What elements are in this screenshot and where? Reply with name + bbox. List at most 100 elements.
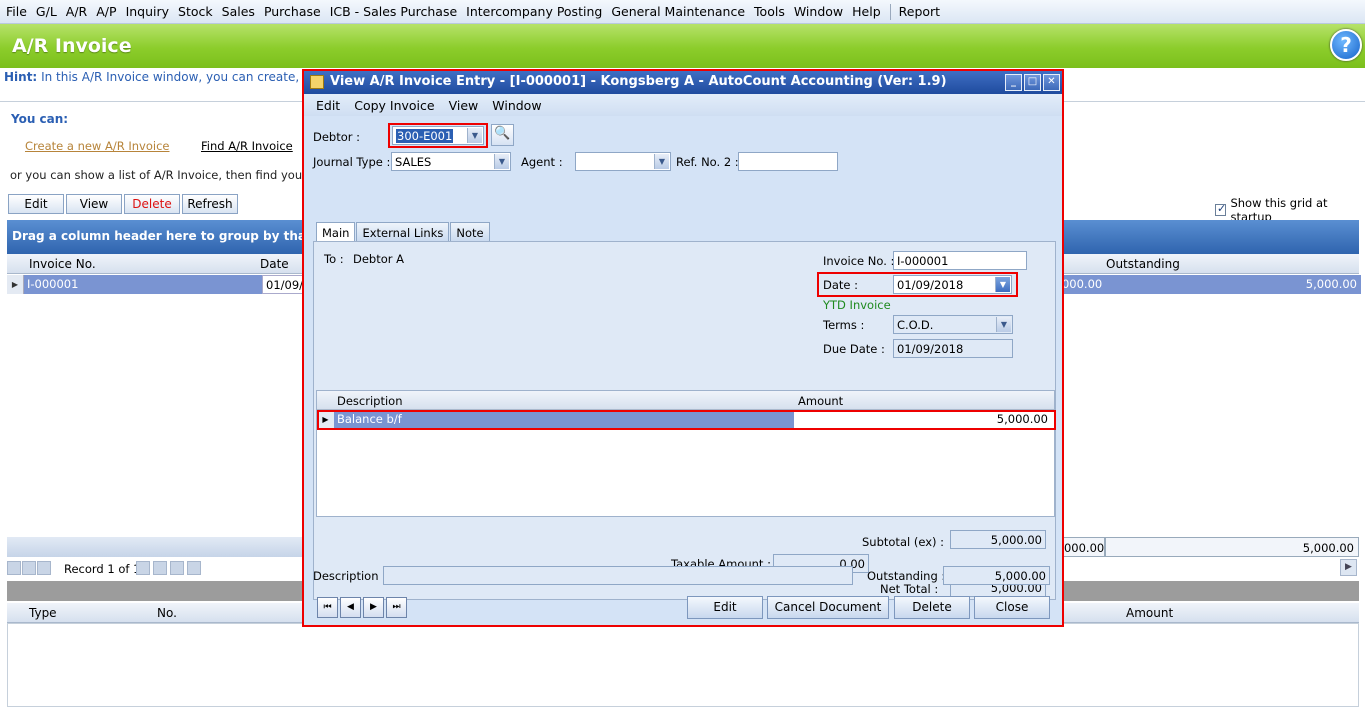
scroll-right-icon[interactable]: ▶ <box>1340 559 1357 576</box>
create-invoice-link[interactable]: Create a new A/R Invoice <box>25 139 170 153</box>
item-grid: Description Amount ▶ Balance b/f 5,000.0… <box>316 390 1056 517</box>
nav-next-page-icon[interactable] <box>153 561 167 575</box>
menu-inquiry[interactable]: Inquiry <box>126 4 169 19</box>
close-button[interactable]: Close <box>974 596 1050 619</box>
dialog-edit-button[interactable]: Edit <box>687 596 763 619</box>
main-menubar: File G/L A/R A/P Inquiry Stock Sales Pur… <box>0 0 1365 24</box>
date-label: Date : <box>823 278 859 292</box>
menu-help[interactable]: Help <box>852 4 881 19</box>
calendar-dropdown-icon[interactable]: ▼ <box>995 277 1010 292</box>
col-item-amount[interactable]: Amount <box>798 394 843 408</box>
menu-gl[interactable]: G/L <box>36 4 57 19</box>
checkbox-checked-icon[interactable] <box>1215 202 1227 216</box>
date-picker[interactable]: 01/09/2018 ▼ <box>893 275 1012 294</box>
menu-purchase[interactable]: Purchase <box>264 4 321 19</box>
nav-prev-icon[interactable] <box>37 561 51 575</box>
invoice-entry-dialog: View A/R Invoice Entry - [I-000001] - Ko… <box>302 69 1064 627</box>
dialog-title: View A/R Invoice Entry - [I-000001] - Ko… <box>330 74 947 89</box>
help-icon[interactable]: ? <box>1330 29 1362 61</box>
dlg-menu-window[interactable]: Window <box>492 98 541 113</box>
close-icon[interactable]: ✕ <box>1043 74 1060 91</box>
debtor-label: Debtor : <box>313 130 361 144</box>
search-icon[interactable]: 🔍 <box>491 124 514 146</box>
terms-value: C.O.D. <box>897 318 934 332</box>
menu-sales[interactable]: Sales <box>222 4 255 19</box>
minimize-icon[interactable]: _ <box>1005 74 1022 91</box>
next-record-icon[interactable]: ▶ <box>363 597 384 618</box>
edit-button[interactable]: Edit <box>8 194 64 214</box>
dlg-menu-view[interactable]: View <box>449 98 479 113</box>
delete-button[interactable]: Delete <box>124 194 180 214</box>
terms-label: Terms : <box>823 318 865 332</box>
nav-prev-page-icon[interactable] <box>22 561 36 575</box>
chevron-down-icon[interactable]: ▼ <box>996 317 1011 332</box>
prev-record-icon[interactable]: ◀ <box>340 597 361 618</box>
nav-next-icon[interactable] <box>136 561 150 575</box>
invoice-no-label: Invoice No. : <box>823 254 895 268</box>
view-button[interactable]: View <box>66 194 122 214</box>
net-total-label: Net Total : <box>880 582 939 596</box>
invoice-no-input[interactable]: I-000001 <box>893 251 1027 270</box>
menu-file[interactable]: File <box>6 4 27 19</box>
maximize-icon[interactable]: □ <box>1024 74 1041 91</box>
journal-type-combo[interactable]: SALES ▼ <box>391 152 511 171</box>
menu-ar[interactable]: A/R <box>66 4 87 19</box>
debtor-combo[interactable]: 300-E001 ▼ <box>392 126 484 145</box>
find-invoice-link[interactable]: Find A/R Invoice <box>201 139 293 153</box>
menu-report[interactable]: Report <box>899 4 940 19</box>
cell-invoice-no[interactable]: I-000001 <box>24 275 262 294</box>
outstanding-value: 5,000.00 <box>943 566 1050 585</box>
col-outstanding[interactable]: Outstanding <box>1106 257 1180 271</box>
dialog-tabs: Main External Links Note <box>316 222 491 242</box>
dlg-menu-edit[interactable]: Edit <box>316 98 340 113</box>
chevron-down-icon[interactable]: ▼ <box>494 154 509 169</box>
menu-intercompany[interactable]: Intercompany Posting <box>466 4 602 19</box>
description-label: Description : <box>313 569 387 583</box>
col-date[interactable]: Date <box>260 257 289 271</box>
main-tab-panel: To : Debtor A Invoice No. : I-000001 Dat… <box>313 241 1056 600</box>
app-icon <box>310 75 324 89</box>
first-record-icon[interactable]: ⏮ <box>317 597 338 618</box>
tab-note[interactable]: Note <box>450 222 490 242</box>
due-date-input[interactable]: 01/09/2018 <box>893 339 1013 358</box>
hint-label: Hint: <box>4 70 38 84</box>
col-type[interactable]: Type <box>29 606 57 620</box>
menu-ap[interactable]: A/P <box>96 4 116 19</box>
debtor-value: 300-E001 <box>396 129 454 143</box>
nav-scroll-left-icon[interactable] <box>187 561 201 575</box>
dialog-delete-button[interactable]: Delete <box>894 596 970 619</box>
ref-no-2-input[interactable] <box>738 152 838 171</box>
menu-tools[interactable]: Tools <box>754 4 785 19</box>
cell-amounts[interactable]: 5,000.00 5,000.00 <box>1049 275 1361 294</box>
dlg-menu-copy-invoice[interactable]: Copy Invoice <box>354 98 434 113</box>
dialog-menubar: Edit Copy Invoice View Window <box>304 94 1062 116</box>
cancel-document-button[interactable]: Cancel Document <box>767 596 889 619</box>
refresh-button[interactable]: Refresh <box>182 194 238 214</box>
ref-no-2-label: Ref. No. 2 : <box>676 155 739 169</box>
chevron-down-icon[interactable]: ▼ <box>654 154 669 169</box>
col-no[interactable]: No. <box>157 606 177 620</box>
agent-label: Agent : <box>521 155 563 169</box>
col-amount[interactable]: Amount <box>1126 606 1173 620</box>
menu-general-maintenance[interactable]: General Maintenance <box>611 4 745 19</box>
nav-first-icon[interactable] <box>7 561 21 575</box>
to-label: To : <box>324 252 344 266</box>
due-date-label: Due Date : <box>823 342 885 356</box>
nav-last-icon[interactable] <box>170 561 184 575</box>
tab-main[interactable]: Main <box>316 222 356 242</box>
tab-external-links[interactable]: External Links <box>356 222 450 242</box>
col-description[interactable]: Description <box>337 394 403 408</box>
description-input[interactable] <box>383 566 853 585</box>
chevron-down-icon[interactable]: ▼ <box>467 128 482 143</box>
agent-combo[interactable]: ▼ <box>575 152 671 171</box>
menu-window[interactable]: Window <box>794 4 843 19</box>
menu-icb[interactable]: ICB - Sales Purchase <box>330 4 457 19</box>
item-grid-header: Description Amount <box>317 391 1054 410</box>
last-record-icon[interactable]: ⏭ <box>386 597 407 618</box>
menu-stock[interactable]: Stock <box>178 4 213 19</box>
terms-combo[interactable]: C.O.D. ▼ <box>893 315 1013 334</box>
col-invoice-no[interactable]: Invoice No. <box>29 257 96 271</box>
list-hint-text: or you can show a list of A/R Invoice, t… <box>10 168 352 182</box>
subtotal-value: 5,000.00 <box>950 530 1046 549</box>
date-value: 01/09/2018 <box>897 278 964 292</box>
